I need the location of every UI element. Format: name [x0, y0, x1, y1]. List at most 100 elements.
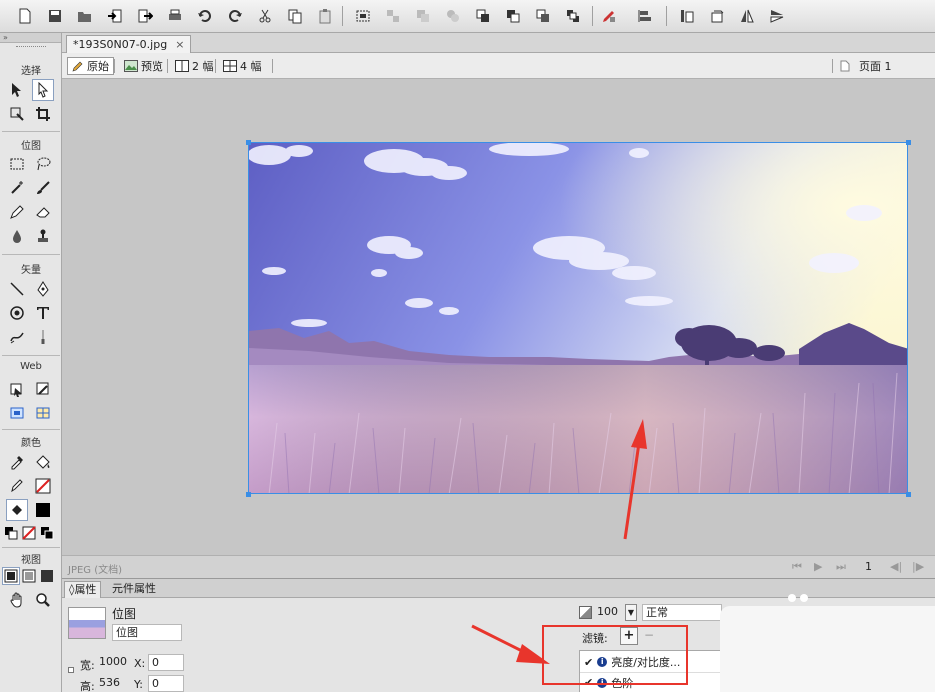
pencil-tool-icon[interactable]	[6, 201, 28, 223]
join-icon[interactable]	[412, 5, 434, 27]
height-field[interactable]: 536	[96, 675, 128, 692]
bring-forward-icon[interactable]	[502, 5, 524, 27]
flip-vertical-icon[interactable]	[766, 5, 788, 27]
resize-handle-tr[interactable]	[906, 140, 911, 145]
import-icon[interactable]	[104, 5, 126, 27]
view-original-label: 原始	[87, 60, 109, 73]
canvas-area[interactable]	[62, 79, 935, 555]
close-icon[interactable]: ×	[175, 38, 184, 51]
pointer-tool-icon[interactable]	[6, 79, 28, 101]
undo-icon[interactable]	[194, 5, 216, 27]
crop-tool-icon[interactable]	[32, 103, 54, 125]
knife-tool-icon[interactable]	[32, 326, 54, 348]
view-4up-button[interactable]: 4 幅	[219, 57, 266, 75]
view-preview-button[interactable]: 预览	[120, 57, 167, 75]
height-label: 高:	[80, 680, 95, 692]
hotspot-tool-icon[interactable]	[6, 378, 28, 400]
play-icon[interactable]: ▶	[814, 560, 822, 573]
text-tool-icon[interactable]	[32, 302, 54, 324]
paste-icon[interactable]	[314, 5, 336, 27]
edit-icon[interactable]	[598, 5, 620, 27]
y-field[interactable]: 0	[148, 675, 184, 692]
landscape-bitmap-image[interactable]	[248, 142, 908, 494]
save-icon[interactable]	[44, 5, 66, 27]
pencil-icon	[72, 61, 83, 72]
marquee-tool-icon[interactable]	[6, 153, 28, 175]
swap-colors-icon[interactable]	[38, 522, 56, 544]
split-icon[interactable]	[442, 5, 464, 27]
view-preview-label: 预览	[141, 60, 163, 73]
view-2up-button[interactable]: 2 幅	[171, 57, 218, 75]
ungroup-icon[interactable]	[382, 5, 404, 27]
default-colors-icon[interactable]	[2, 522, 20, 544]
freeform-tool-icon[interactable]	[6, 326, 28, 348]
object-name-field[interactable]: 位图	[112, 624, 182, 641]
lock-proportions-icon[interactable]	[68, 667, 74, 673]
tab-symbol-properties[interactable]: 元件属性	[108, 581, 160, 598]
rotate-right-icon[interactable]	[706, 5, 728, 27]
magic-wand-icon[interactable]	[6, 177, 28, 199]
pen-tool-icon[interactable]	[32, 278, 54, 300]
fill-color-bucket-icon[interactable]	[6, 499, 28, 521]
zoom-tool-icon[interactable]	[32, 589, 54, 611]
copy-icon[interactable]	[284, 5, 306, 27]
no-color-icon[interactable]	[20, 522, 38, 544]
stroke-color-pencil-icon[interactable]	[6, 475, 28, 497]
annotation-arrow-up	[623, 419, 647, 540]
document-tab[interactable]: *193S0N07-0.jpg ×	[66, 35, 192, 53]
send-backward-icon[interactable]	[532, 5, 554, 27]
fill-color-swatch[interactable]	[32, 499, 54, 521]
prev-frame-icon[interactable]: ◀|	[890, 560, 902, 573]
flip-horizontal-icon[interactable]	[736, 5, 758, 27]
view-original-button[interactable]: 原始	[67, 57, 114, 75]
show-slices-icon[interactable]	[32, 402, 54, 424]
page-selector[interactable]: 页面 1	[836, 57, 896, 75]
bring-front-icon[interactable]	[472, 5, 494, 27]
align-icon[interactable]	[630, 5, 660, 27]
group-icon[interactable]	[352, 5, 374, 27]
hide-slices-icon[interactable]	[6, 402, 28, 424]
width-field[interactable]: 1000	[96, 654, 128, 671]
full-screen-menus-icon[interactable]	[20, 567, 38, 585]
stroke-color-swatch[interactable]	[32, 475, 54, 497]
x-field[interactable]: 0	[148, 654, 184, 671]
cut-icon[interactable]	[254, 5, 276, 27]
hand-tool-icon[interactable]	[6, 589, 28, 611]
brush-tool-icon[interactable]	[32, 177, 54, 199]
rotate-left-icon[interactable]	[676, 5, 698, 27]
tab-properties[interactable]: ◊属性	[64, 581, 102, 598]
ellipse-tool-icon[interactable]	[6, 302, 28, 324]
first-frame-icon[interactable]: ⏮	[792, 560, 802, 574]
last-frame-icon[interactable]: ⏭	[836, 560, 846, 574]
rubber-stamp-icon[interactable]	[32, 225, 54, 247]
slice-tool-icon[interactable]	[32, 378, 54, 400]
subselect-tool-icon[interactable]	[32, 79, 54, 101]
send-back-icon[interactable]	[562, 5, 584, 27]
standard-screen-icon[interactable]	[2, 567, 20, 585]
line-tool-icon[interactable]	[6, 278, 28, 300]
tab-properties-label: 属性	[74, 583, 97, 596]
next-frame-icon[interactable]: |▶	[912, 560, 924, 573]
scale-tool-icon[interactable]	[6, 103, 28, 125]
eyedropper-tool-icon[interactable]	[6, 451, 28, 473]
print-icon[interactable]	[164, 5, 186, 27]
blur-tool-icon[interactable]	[6, 225, 28, 247]
view-mode-bar: 原始 预览 2 幅 4 幅 页面 1	[62, 53, 935, 79]
resize-handle-br[interactable]	[906, 492, 911, 497]
full-screen-icon[interactable]	[38, 567, 56, 585]
new-icon[interactable]	[14, 5, 36, 27]
tab-symbol-label: 元件属性	[112, 582, 156, 595]
lasso-tool-icon[interactable]	[32, 153, 54, 175]
resize-handle-tl[interactable]	[246, 140, 251, 145]
export-icon[interactable]	[134, 5, 156, 27]
tools-panel-header[interactable]: »	[0, 33, 61, 43]
redo-icon[interactable]	[224, 5, 246, 27]
open-icon[interactable]	[74, 5, 96, 27]
paint-bucket-icon[interactable]	[32, 451, 54, 473]
opacity-field[interactable]: 100	[594, 604, 624, 621]
page-selector-label: 页面 1	[859, 60, 892, 73]
blend-mode-select[interactable]: 正常	[642, 604, 722, 621]
opacity-dropdown[interactable]: ▼	[625, 604, 637, 621]
resize-handle-bl[interactable]	[246, 492, 251, 497]
eraser-tool-icon[interactable]	[32, 201, 54, 223]
